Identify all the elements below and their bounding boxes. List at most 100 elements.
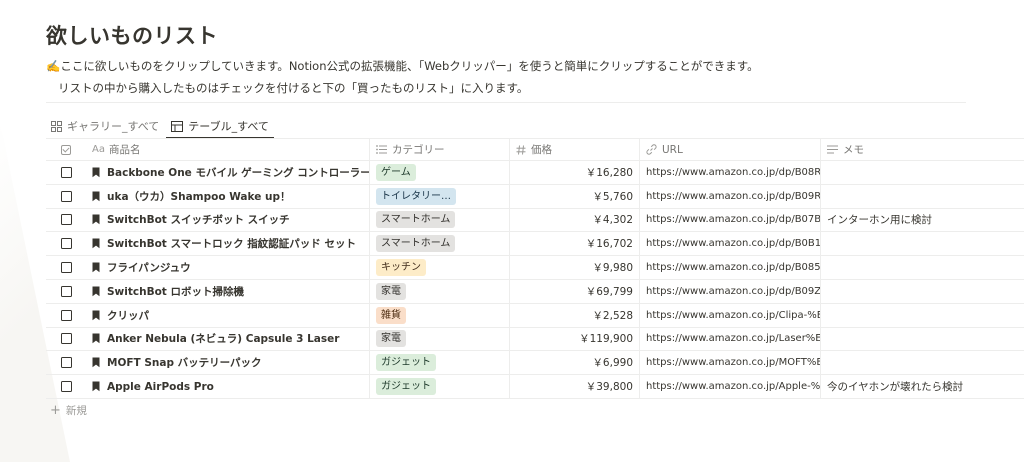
- item-url: https://www.amazon.co.jp/MOFT%E3%: [646, 357, 821, 369]
- purchased-checkbox[interactable]: [60, 357, 72, 369]
- purchased-checkbox[interactable]: [60, 285, 72, 297]
- price-cell[interactable]: ￥119,900: [510, 327, 640, 351]
- table-row[interactable]: SwitchBot ロボット掃除機 家電 ￥69,799 https://www…: [46, 279, 1024, 304]
- category-cell[interactable]: 雑貨: [370, 303, 510, 327]
- table-row[interactable]: クリッパ 雑貨 ￥2,528 https://www.amazon.co.jp/…: [46, 303, 1024, 328]
- price-cell[interactable]: ￥69,799: [510, 279, 640, 303]
- url-cell[interactable]: https://www.amazon.co.jp/dp/B0B1ZJP: [640, 232, 821, 256]
- purchased-checkbox[interactable]: [60, 309, 72, 321]
- row-checkbox-cell: [46, 185, 86, 208]
- header-name[interactable]: Aa 商品名: [86, 139, 370, 160]
- url-cell[interactable]: https://www.amazon.co.jp/Laser%EF%: [640, 327, 821, 351]
- table-row[interactable]: Backbone One モバイル ゲーミング コントローラー ゲーム ￥16,…: [46, 161, 1024, 185]
- table-row[interactable]: MOFT Snap バッテリーパック ガジェット ￥6,990 https://…: [46, 351, 1024, 376]
- table-row[interactable]: Anker Nebula (ネビュラ) Capsule 3 Laser 家電 ￥…: [46, 327, 1024, 352]
- category-cell[interactable]: 家電: [370, 327, 510, 351]
- url-cell[interactable]: https://www.amazon.co.jp/MOFT%E3%: [640, 351, 821, 375]
- category-tag: スマートホーム: [376, 211, 456, 229]
- category-cell[interactable]: キッチン: [370, 256, 510, 279]
- name-cell[interactable]: Anker Nebula (ネビュラ) Capsule 3 Laser: [86, 327, 370, 351]
- header-category[interactable]: カテゴリー: [370, 139, 510, 160]
- url-cell[interactable]: https://www.amazon.co.jp/dp/B09Z6X1: [640, 279, 821, 303]
- name-cell[interactable]: フライパンジュウ: [86, 256, 370, 279]
- price-cell[interactable]: ￥9,980: [510, 256, 640, 279]
- table-row[interactable]: フライパンジュウ キッチン ￥9,980 https://www.amazon.…: [46, 256, 1024, 280]
- tab-table-label: テーブル_すべて: [188, 120, 269, 133]
- item-url: https://www.amazon.co.jp/dp/B08RL7V: [646, 166, 821, 178]
- category-cell[interactable]: ガジェット: [370, 375, 510, 398]
- bookmark-icon: [92, 310, 100, 320]
- url-cell[interactable]: https://www.amazon.co.jp/Apple-%E3%: [640, 375, 821, 398]
- table-row[interactable]: SwitchBot スイッチボット スイッチ スマートホーム ￥4,302 ht…: [46, 208, 1024, 233]
- name-cell[interactable]: Apple AirPods Pro: [86, 375, 370, 398]
- purchased-checkbox[interactable]: [60, 238, 72, 250]
- table-row[interactable]: SwitchBot スマートロック 指紋認証パッド セット スマートホーム ￥1…: [46, 232, 1024, 257]
- purchased-checkbox[interactable]: [60, 262, 72, 274]
- table-row[interactable]: Apple AirPods Pro ガジェット ￥39,800 https://…: [46, 375, 1024, 399]
- price-cell[interactable]: ￥16,280: [510, 161, 640, 184]
- item-price: ￥4,302: [592, 214, 633, 227]
- tab-gallery[interactable]: ギャラリー_すべて: [46, 115, 164, 137]
- category-tag: 家電: [376, 330, 406, 348]
- price-cell[interactable]: ￥6,990: [510, 351, 640, 375]
- item-url: https://www.amazon.co.jp/dp/B0B1ZJP: [646, 238, 821, 250]
- memo-cell[interactable]: 今のイヤホンが壊れたら検討: [821, 375, 1024, 398]
- memo-cell[interactable]: [821, 185, 1024, 208]
- memo-cell[interactable]: [821, 280, 1024, 303]
- tab-table[interactable]: テーブル_すべて: [166, 115, 274, 139]
- bookmark-icon: [92, 191, 100, 201]
- memo-cell[interactable]: [821, 351, 1024, 374]
- url-cell[interactable]: https://www.amazon.co.jp/dp/B085GD8: [640, 256, 821, 279]
- price-cell[interactable]: ￥16,702: [510, 232, 640, 256]
- category-cell[interactable]: 家電: [370, 279, 510, 303]
- memo-cell[interactable]: [821, 304, 1024, 327]
- header-checkbox-column[interactable]: [46, 139, 86, 160]
- checkbox-column-icon: [61, 144, 71, 155]
- name-cell[interactable]: uka（ウカ）Shampoo Wake up！: [86, 184, 370, 208]
- name-cell[interactable]: SwitchBot スイッチボット スイッチ: [86, 208, 370, 232]
- item-url: https://www.amazon.co.jp/dp/B09RTM: [646, 190, 821, 202]
- item-name: SwitchBot スマートロック 指紋認証パッド セット: [107, 238, 356, 251]
- purchased-checkbox[interactable]: [60, 190, 72, 202]
- table-header-row: Aa 商品名 カテゴリー 価格 URL メモ: [46, 138, 1024, 161]
- name-cell[interactable]: MOFT Snap バッテリーパック: [86, 351, 370, 375]
- new-row-button[interactable]: + 新規: [50, 403, 87, 418]
- purchased-checkbox[interactable]: [60, 333, 72, 345]
- price-cell[interactable]: ￥39,800: [510, 375, 640, 398]
- header-memo[interactable]: メモ: [821, 139, 1024, 160]
- name-cell[interactable]: Backbone One モバイル ゲーミング コントローラー: [86, 161, 370, 184]
- memo-cell[interactable]: [821, 256, 1024, 279]
- name-cell[interactable]: SwitchBot スマートロック 指紋認証パッド セット: [86, 232, 370, 256]
- header-url[interactable]: URL: [640, 139, 821, 160]
- price-cell[interactable]: ￥5,760: [510, 184, 640, 208]
- header-url-label: URL: [662, 143, 683, 156]
- price-cell[interactable]: ￥2,528: [510, 303, 640, 327]
- item-price: ￥16,702: [585, 238, 633, 251]
- url-cell[interactable]: https://www.amazon.co.jp/Clipa-%E3%: [640, 303, 821, 327]
- header-price[interactable]: 価格: [510, 139, 640, 160]
- item-price: ￥9,980: [592, 262, 633, 275]
- name-cell[interactable]: SwitchBot ロボット掃除機: [86, 279, 370, 303]
- item-price: ￥69,799: [585, 285, 633, 298]
- url-cell[interactable]: https://www.amazon.co.jp/dp/B08RL7V: [640, 161, 821, 184]
- item-url: https://www.amazon.co.jp/Laser%EF%: [646, 333, 821, 345]
- purchased-checkbox[interactable]: [60, 381, 72, 393]
- memo-cell[interactable]: [821, 328, 1024, 351]
- memo-cell[interactable]: [821, 232, 1024, 255]
- wishlist-table: Aa 商品名 カテゴリー 価格 URL メモ Backbone One モバイル…: [46, 138, 1024, 399]
- category-tag: トイレタリー…: [376, 187, 456, 205]
- price-cell[interactable]: ￥4,302: [510, 208, 640, 232]
- category-cell[interactable]: ガジェット: [370, 351, 510, 375]
- category-cell[interactable]: スマートホーム: [370, 232, 510, 256]
- purchased-checkbox[interactable]: [60, 166, 72, 178]
- url-cell[interactable]: https://www.amazon.co.jp/dp/B07B7NX: [640, 208, 821, 232]
- category-cell[interactable]: トイレタリー…: [370, 184, 510, 208]
- table-row[interactable]: uka（ウカ）Shampoo Wake up！ トイレタリー… ￥5,760 h…: [46, 184, 1024, 209]
- category-cell[interactable]: ゲーム: [370, 161, 510, 184]
- purchased-checkbox[interactable]: [60, 214, 72, 226]
- name-cell[interactable]: クリッパ: [86, 303, 370, 327]
- memo-cell[interactable]: [821, 161, 1024, 184]
- memo-cell[interactable]: インターホン用に検討: [821, 209, 1024, 232]
- url-cell[interactable]: https://www.amazon.co.jp/dp/B09RTM: [640, 184, 821, 208]
- category-cell[interactable]: スマートホーム: [370, 208, 510, 232]
